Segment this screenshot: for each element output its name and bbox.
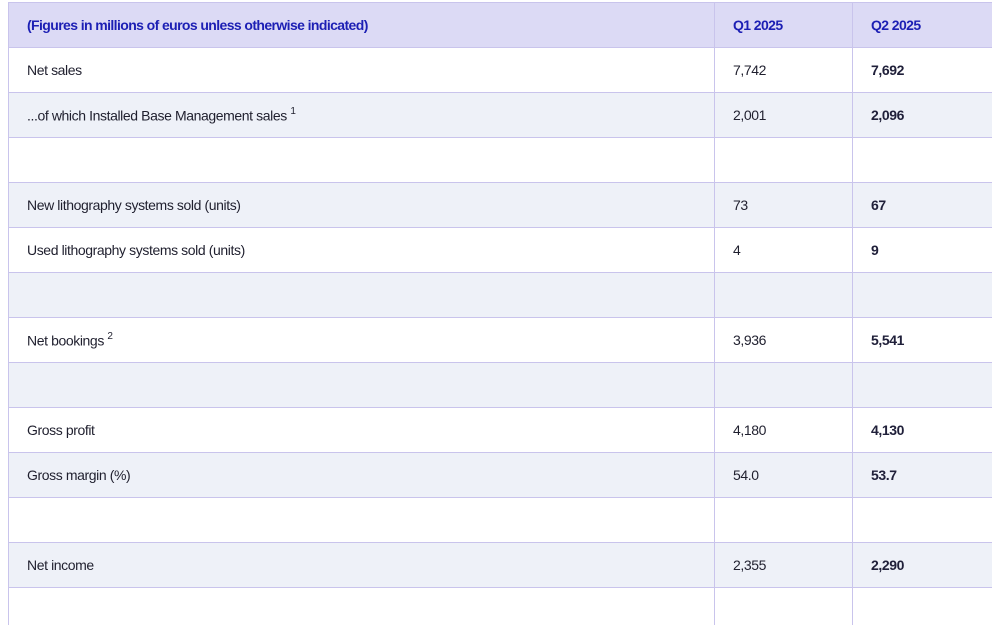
row-q2-value: [852, 272, 992, 318]
row-label-text: Net sales: [27, 62, 82, 78]
cutoff-cell: [8, 587, 715, 625]
row-label-text: Used lithography systems sold (units): [27, 242, 245, 258]
row-q1-value: 4: [714, 227, 853, 273]
row-q2-value: [852, 137, 992, 183]
table-row: [8, 272, 992, 318]
footnote-marker: 1: [290, 105, 296, 117]
row-label: Gross profit: [8, 407, 715, 453]
row-q2-value: 4,130: [852, 407, 992, 453]
row-label: New lithography systems sold (units): [8, 182, 715, 228]
header-label: (Figures in millions of euros unless oth…: [8, 2, 715, 48]
row-label-text: Net income: [27, 557, 94, 573]
row-label-text: New lithography systems sold (units): [27, 197, 241, 213]
row-label: Net sales: [8, 47, 715, 93]
row-q2-value: 53.7: [852, 452, 992, 498]
row-label-text: Gross margin (%): [27, 467, 131, 483]
row-label-text: Gross profit: [27, 422, 95, 438]
table-row: Net bookings 2 3,936 5,541: [8, 317, 992, 363]
table-row: Gross margin (%) 54.0 53.7: [8, 452, 992, 498]
row-label-text: Net bookings: [27, 332, 104, 349]
row-q2-value: [852, 497, 992, 543]
row-label: [8, 272, 715, 318]
financial-table-container: (Figures in millions of euros unless oth…: [8, 2, 992, 625]
row-q2-value: 5,541: [852, 317, 992, 363]
row-q2-value: 67: [852, 182, 992, 228]
table-row: [8, 137, 992, 183]
header-q2: Q2 2025: [852, 2, 992, 48]
row-q1-value: 2,355: [714, 542, 853, 588]
table-row: [8, 497, 992, 543]
table-row-cutoff: [8, 587, 992, 625]
row-label: Net bookings 2: [8, 317, 715, 363]
row-q1-value: 3,936: [714, 317, 853, 363]
row-q2-value: [852, 362, 992, 408]
row-q2-value: 2,290: [852, 542, 992, 588]
table-row: Net sales 7,742 7,692: [8, 47, 992, 93]
row-q1-value: [714, 362, 853, 408]
row-q1-value: 54.0: [714, 452, 853, 498]
row-label-text: ...of which Installed Base Management sa…: [27, 107, 287, 124]
row-q1-value: 7,742: [714, 47, 853, 93]
row-q1-value: [714, 497, 853, 543]
header-q1: Q1 2025: [714, 2, 853, 48]
cutoff-cell: [714, 587, 853, 625]
row-q1-value: 73: [714, 182, 853, 228]
row-q1-value: 2,001: [714, 92, 853, 138]
cutoff-cell: [852, 587, 992, 625]
row-label: ...of which Installed Base Management sa…: [8, 92, 715, 138]
row-q2-value: 9: [852, 227, 992, 273]
table-row: [8, 362, 992, 408]
table-row: Used lithography systems sold (units) 4 9: [8, 227, 992, 273]
financial-summary-table: (Figures in millions of euros unless oth…: [8, 2, 992, 625]
footnote-marker: 2: [107, 330, 113, 342]
row-label: [8, 137, 715, 183]
table-header-row: (Figures in millions of euros unless oth…: [8, 2, 992, 48]
row-label: [8, 362, 715, 408]
row-q2-value: 7,692: [852, 47, 992, 93]
table-row: Net income 2,355 2,290: [8, 542, 992, 588]
table-row: Gross profit 4,180 4,130: [8, 407, 992, 453]
row-q1-value: 4,180: [714, 407, 853, 453]
row-label: [8, 497, 715, 543]
row-q2-value: 2,096: [852, 92, 992, 138]
row-label: Used lithography systems sold (units): [8, 227, 715, 273]
row-q1-value: [714, 272, 853, 318]
table-row: New lithography systems sold (units) 73 67: [8, 182, 992, 228]
table-row: ...of which Installed Base Management sa…: [8, 92, 992, 138]
row-q1-value: [714, 137, 853, 183]
row-label: Gross margin (%): [8, 452, 715, 498]
row-label: Net income: [8, 542, 715, 588]
